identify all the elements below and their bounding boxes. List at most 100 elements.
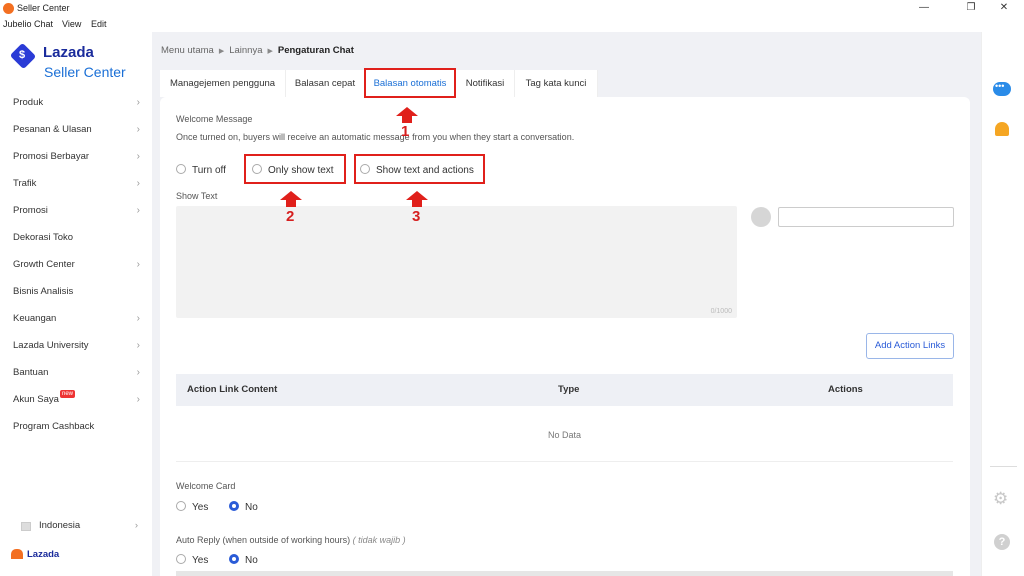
brand-logo[interactable]: $ Lazada Seller Center bbox=[9, 42, 150, 82]
sidebar-item-promosi[interactable]: Promosi › bbox=[0, 197, 152, 224]
sidebar-item-program-cashback[interactable]: Program Cashback bbox=[0, 413, 152, 440]
sidebar-item-label: Keuangan bbox=[13, 313, 57, 324]
sidebar-item-label: Pesanan & Ulasan bbox=[13, 124, 92, 135]
logo-letter: $ bbox=[19, 49, 26, 61]
annotation-arrow-3-icon bbox=[406, 191, 428, 200]
sidebar-item-produk[interactable]: Produk › bbox=[0, 89, 152, 116]
sidebar-item-label: Promosi bbox=[13, 205, 48, 216]
sidebar-item-bantuan[interactable]: Bantuan › bbox=[0, 359, 152, 386]
chevron-right-icon: › bbox=[136, 151, 140, 162]
sidebar-item-trafik[interactable]: Trafik › bbox=[0, 170, 152, 197]
sidebar-item-bisnis-analisis[interactable]: Bisnis Analisis bbox=[0, 278, 152, 305]
radio-label: Yes bbox=[192, 555, 209, 566]
breadcrumb-separator-icon: ▶ bbox=[267, 48, 273, 55]
auto-reply-title: Auto Reply (when outside of working hour… bbox=[176, 535, 406, 545]
sidebar: $ Lazada Seller Center Produk › Pesanan & … bbox=[0, 32, 152, 576]
brand-name: Lazada bbox=[43, 44, 94, 61]
welcome-card-yes[interactable]: Yes bbox=[176, 501, 208, 513]
chevron-right-icon: › bbox=[136, 205, 140, 216]
radio-label: Yes bbox=[192, 502, 209, 513]
tab-tag-kata-kunci[interactable]: Tag kata kunci bbox=[515, 70, 598, 97]
tab-managejemen-pengguna[interactable]: Managejemen pengguna bbox=[160, 70, 286, 97]
radio-icon bbox=[176, 501, 186, 511]
chevron-right-icon: › bbox=[136, 394, 140, 405]
sidebar-item-label: Growth Center bbox=[13, 259, 75, 270]
tab-notifikasi[interactable]: Notifikasi bbox=[456, 70, 515, 97]
sidebar-item-pesanan-ulasan[interactable]: Pesanan & Ulasan › bbox=[0, 116, 152, 143]
auto-reply-note: ( tidak wajib ) bbox=[352, 535, 406, 545]
breadcrumb-item-lainnya[interactable]: Lainnya bbox=[229, 45, 262, 56]
auto-reply-yes[interactable]: Yes bbox=[176, 554, 208, 566]
flag-icon bbox=[21, 522, 31, 531]
action-links-table-header: Action Link Content Type Actions bbox=[176, 374, 953, 406]
sidebar-item-label: Bantuan bbox=[13, 367, 49, 378]
annotation-number-2: 2 bbox=[286, 208, 295, 225]
annotation-arrow-stem bbox=[286, 200, 296, 207]
sidebar-item-label: Trafik bbox=[13, 178, 37, 189]
bell-icon[interactable] bbox=[995, 122, 1009, 136]
chevron-right-icon: › bbox=[136, 178, 140, 189]
sidebar-item-label: Bisnis Analisis bbox=[13, 286, 74, 297]
footer-brand-label: Lazada bbox=[27, 549, 60, 560]
breadcrumb-current: Pengaturan Chat bbox=[277, 45, 354, 56]
menu-edit[interactable]: Edit bbox=[91, 19, 107, 29]
sidebar-item-label: Promosi Berbayar bbox=[13, 151, 90, 162]
chevron-right-icon: › bbox=[136, 313, 140, 324]
add-action-links-button[interactable]: Add Action Links bbox=[866, 333, 954, 359]
chat-icon[interactable] bbox=[993, 81, 1011, 96]
annotation-box-1 bbox=[364, 68, 456, 98]
lazada-footer-heart-icon bbox=[11, 549, 23, 560]
app-logo-icon bbox=[3, 3, 14, 14]
window-title: Seller Center bbox=[17, 3, 70, 13]
footer-brand: Lazada bbox=[11, 549, 59, 560]
breadcrumb-item-home[interactable]: Menu utama bbox=[161, 45, 214, 56]
sidebar-item-label: Lazada University bbox=[13, 340, 89, 351]
gear-icon[interactable]: ⚙ bbox=[993, 489, 1008, 509]
annotation-arrow-1-icon bbox=[396, 107, 418, 116]
char-count: 0/1000 bbox=[710, 308, 732, 315]
sidebar-item-label: Produk bbox=[13, 97, 44, 108]
radio-checked-icon bbox=[229, 554, 239, 564]
sidebar-item-lazada-university[interactable]: Lazada University › bbox=[0, 332, 152, 359]
menu-view[interactable]: View bbox=[62, 19, 81, 29]
preview-input[interactable] bbox=[778, 207, 954, 227]
brand-subtitle: Seller Center bbox=[44, 64, 126, 80]
welcome-message-description: Once turned on, buyers will receive an a… bbox=[176, 132, 575, 142]
avatar-placeholder bbox=[751, 207, 771, 227]
right-rail: ⚙ ? bbox=[981, 32, 1024, 576]
sidebar-item-growth-center[interactable]: Growth Center › bbox=[0, 251, 152, 278]
radio-icon bbox=[176, 164, 186, 174]
column-action-link-content: Action Link Content bbox=[187, 384, 278, 395]
radio-turn-off[interactable]: Turn off bbox=[176, 164, 226, 176]
sidebar-item-akun-saya[interactable]: Akun Saya new › bbox=[0, 386, 152, 413]
sidebar-item-dekorasi-toko[interactable]: Dekorasi Toko bbox=[0, 224, 152, 251]
annotation-number-1: 1 bbox=[401, 123, 410, 140]
scroll-edge bbox=[176, 571, 953, 576]
annotation-box-2 bbox=[244, 154, 346, 184]
column-type: Type bbox=[558, 384, 580, 395]
column-actions: Actions bbox=[828, 384, 863, 395]
chevron-right-icon: › bbox=[136, 259, 140, 270]
table-empty-state: No Data bbox=[176, 406, 953, 462]
sidebar-item-promosi-berbayar[interactable]: Promosi Berbayar › bbox=[0, 143, 152, 170]
welcome-card-no[interactable]: No bbox=[229, 501, 258, 513]
sidebar-item-label: Dekorasi Toko bbox=[13, 232, 74, 243]
tab-balasan-cepat[interactable]: Balasan cepat bbox=[286, 70, 365, 97]
language-selector[interactable]: Indonesia › bbox=[21, 520, 146, 534]
minimize-button[interactable]: — bbox=[904, 0, 944, 17]
welcome-message-title: Welcome Message bbox=[176, 114, 253, 124]
menu-jubelio-chat[interactable]: Jubelio Chat bbox=[3, 19, 53, 29]
chevron-right-icon: › bbox=[136, 340, 140, 351]
new-badge: new bbox=[60, 390, 76, 398]
close-button[interactable]: ✕ bbox=[984, 0, 1024, 17]
radio-label: Turn off bbox=[192, 165, 226, 176]
help-icon[interactable]: ? bbox=[994, 534, 1010, 550]
chevron-right-icon: › bbox=[134, 520, 138, 531]
language-label: Indonesia bbox=[39, 520, 81, 531]
show-text-label: Show Text bbox=[176, 191, 218, 201]
sidebar-nav: Produk › Pesanan & Ulasan › Promosi Berbayar… bbox=[0, 89, 152, 440]
sidebar-item-keuangan[interactable]: Keuangan › bbox=[0, 305, 152, 332]
auto-reply-no[interactable]: No bbox=[229, 554, 258, 566]
welcome-text-area[interactable]: 0/1000 bbox=[176, 206, 737, 318]
radio-label: No bbox=[245, 555, 258, 566]
